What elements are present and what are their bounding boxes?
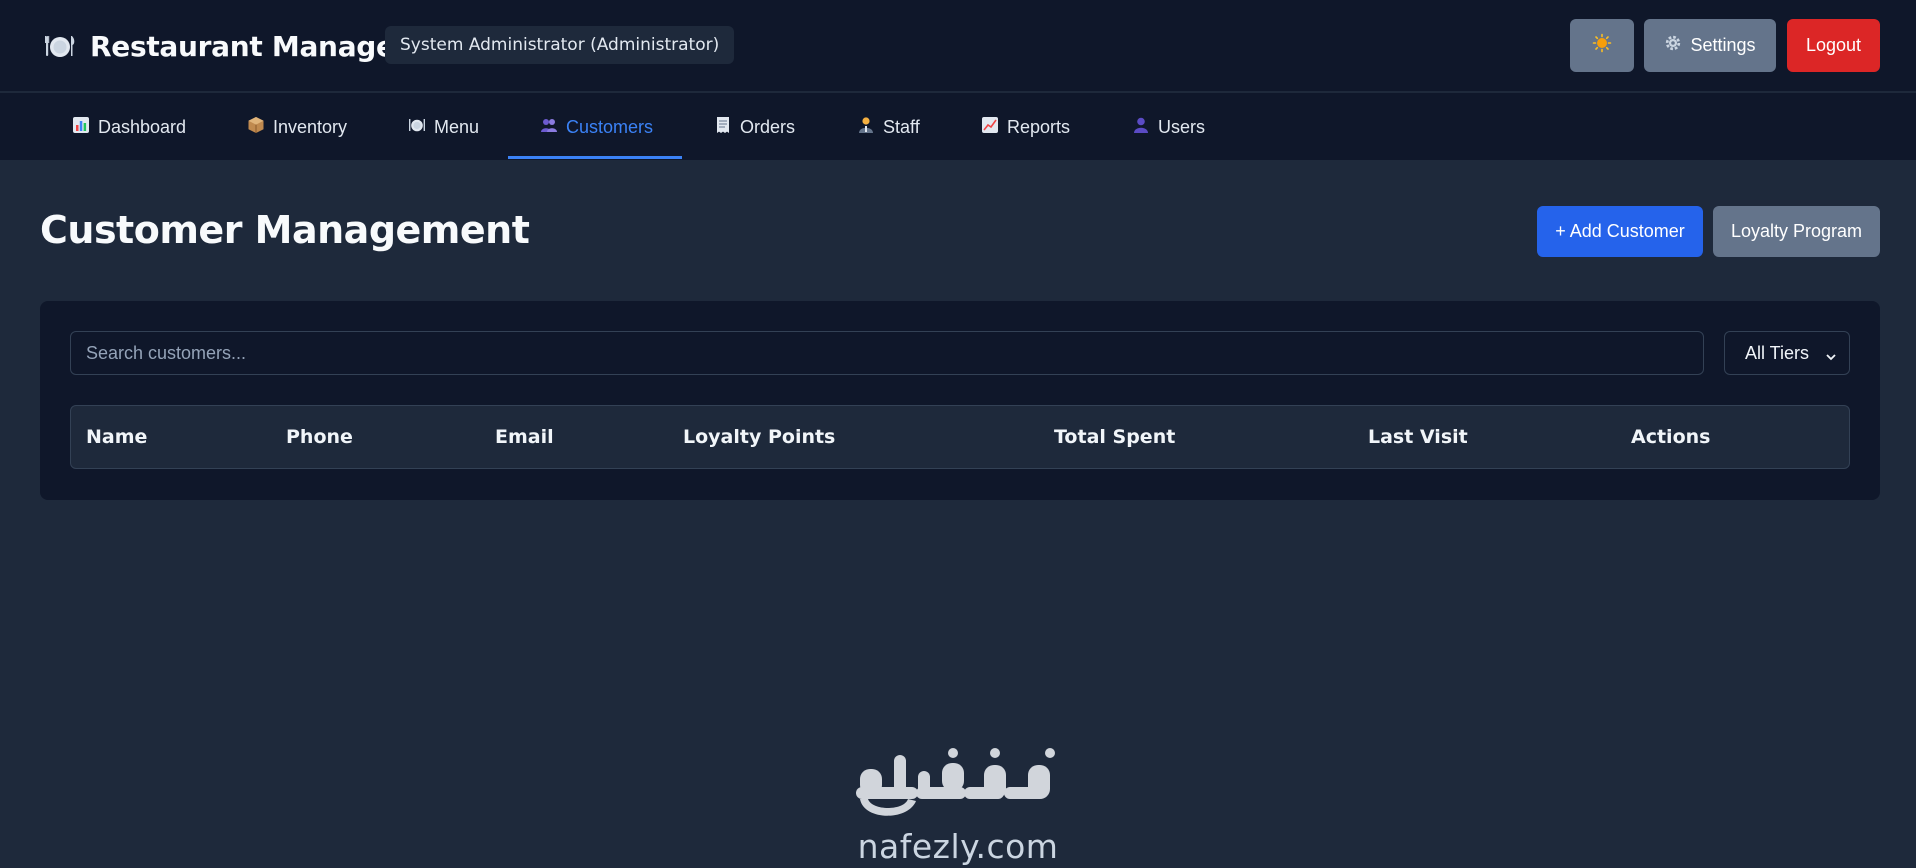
- main-nav: Dashboard Inventory Menu Customers Order…: [0, 92, 1916, 160]
- gear-icon: [1664, 34, 1682, 57]
- column-header-actions: Actions: [1631, 426, 1711, 448]
- package-icon: [247, 116, 265, 139]
- tab-label: Staff: [883, 116, 920, 137]
- column-header-phone[interactable]: Phone: [286, 406, 353, 468]
- customers-table-header: Name Phone Email Loyalty Points Total Sp…: [70, 405, 1850, 469]
- tab-label: Orders: [740, 116, 796, 137]
- top-header: Restaurant Manager System Administrator …: [0, 0, 1916, 92]
- tab-label: Inventory: [273, 116, 348, 137]
- settings-label: Settings: [1690, 35, 1756, 55]
- column-header-name[interactable]: Name: [86, 406, 147, 468]
- user-badge: System Administrator (Administrator): [385, 26, 735, 64]
- column-header-email[interactable]: Email: [495, 406, 554, 468]
- app-brand: Restaurant Manager: [44, 24, 409, 68]
- theme-toggle-button[interactable]: [1570, 19, 1634, 72]
- tab-customers[interactable]: Customers: [540, 93, 653, 161]
- column-header-last-visit[interactable]: Last Visit: [1368, 406, 1468, 468]
- add-customer-button[interactable]: + Add Customer: [1537, 206, 1703, 257]
- app-title: Restaurant Manager: [90, 29, 409, 63]
- user-icon: [1132, 116, 1150, 139]
- tab-label: Reports: [1007, 116, 1071, 137]
- search-input[interactable]: [70, 331, 1704, 375]
- tab-label: Menu: [434, 116, 480, 137]
- settings-button[interactable]: Settings: [1644, 19, 1776, 72]
- tab-menu[interactable]: Menu: [408, 93, 479, 161]
- receipt-icon: [714, 116, 732, 139]
- tier-filter-select[interactable]: All Tiers: [1724, 331, 1850, 375]
- tab-orders[interactable]: Orders: [714, 93, 795, 161]
- tab-staff[interactable]: Staff: [857, 93, 920, 161]
- tab-inventory[interactable]: Inventory: [247, 93, 347, 161]
- watermark-logo: [850, 745, 1066, 825]
- watermark-domain: nafezly.com: [857, 826, 1059, 866]
- person-icon: [857, 116, 875, 139]
- tab-label: Customers: [566, 116, 654, 137]
- loyalty-program-button[interactable]: Loyalty Program: [1713, 206, 1880, 257]
- tab-label: Users: [1158, 116, 1206, 137]
- line-chart-icon: [981, 116, 999, 139]
- active-tab-indicator: [508, 156, 682, 159]
- bar-chart-icon: [72, 116, 90, 139]
- page-title: Customer Management: [40, 208, 530, 252]
- tab-reports[interactable]: Reports: [981, 93, 1070, 161]
- sun-icon: [1592, 33, 1612, 58]
- column-header-total-spent[interactable]: Total Spent: [1054, 406, 1175, 468]
- tier-filter-value: All Tiers: [1745, 342, 1810, 363]
- people-icon: [540, 116, 558, 139]
- tab-users[interactable]: Users: [1132, 93, 1205, 161]
- chevron-down-icon: [1825, 347, 1837, 361]
- column-header-loyalty-points[interactable]: Loyalty Points: [683, 406, 835, 468]
- logout-button[interactable]: Logout: [1787, 19, 1880, 72]
- tab-dashboard[interactable]: Dashboard: [72, 93, 186, 161]
- plate-cutlery-icon: [408, 116, 426, 139]
- plate-cutlery-icon: [44, 30, 76, 62]
- tab-label: Dashboard: [98, 116, 187, 137]
